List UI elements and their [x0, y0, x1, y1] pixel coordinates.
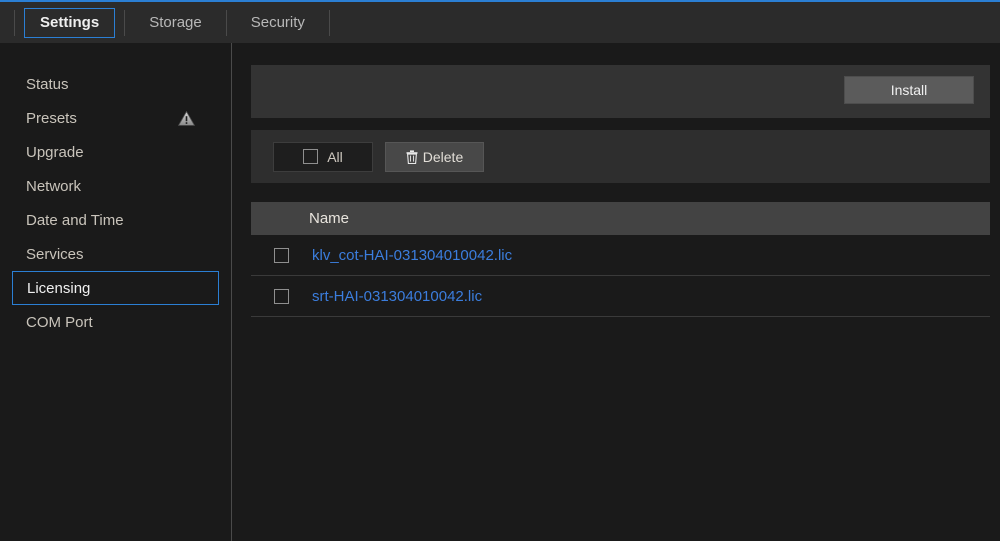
sidebar: Status Presets Upgrade [0, 43, 231, 541]
column-header-name: Name [309, 210, 349, 227]
trash-icon [406, 150, 418, 164]
install-button-label: Install [891, 82, 928, 98]
sidebar-item-com-port[interactable]: COM Port [12, 305, 219, 339]
install-panel: Install [251, 65, 990, 118]
tab-settings[interactable]: Settings [24, 8, 115, 38]
table-header-row: Name [251, 202, 990, 235]
table-row[interactable]: srt-HAI-031304010042.lic [251, 276, 990, 317]
tab-divider [226, 10, 227, 36]
sidebar-item-label: Status [26, 76, 69, 93]
select-all-checkbox[interactable] [303, 149, 318, 164]
sidebar-item-status[interactable]: Status [12, 67, 219, 101]
table-row[interactable]: klv_cot-HAI-031304010042.lic [251, 235, 990, 276]
tab-settings-label: Settings [40, 14, 99, 31]
license-file-link[interactable]: klv_cot-HAI-031304010042.lic [312, 247, 512, 264]
tab-divider [14, 10, 15, 36]
sidebar-item-licensing[interactable]: Licensing [12, 271, 219, 305]
sidebar-item-upgrade[interactable]: Upgrade [12, 135, 219, 169]
tab-security[interactable]: Security [236, 8, 320, 38]
license-table: Name klv_cot-HAI-031304010042.lic srt-HA… [251, 202, 990, 317]
install-button[interactable]: Install [844, 76, 974, 104]
row-checkbox[interactable] [274, 248, 289, 263]
sidebar-item-network[interactable]: Network [12, 169, 219, 203]
sidebar-item-label: Date and Time [26, 212, 124, 229]
top-tab-bar: Settings Storage Security [0, 2, 1000, 43]
sidebar-item-label: Licensing [27, 280, 90, 297]
select-all-button[interactable]: All [273, 142, 373, 172]
delete-button-label: Delete [423, 149, 463, 165]
row-checkbox[interactable] [274, 289, 289, 304]
sidebar-item-label: Network [26, 178, 81, 195]
sidebar-item-label: Upgrade [26, 144, 84, 161]
sidebar-item-label: COM Port [26, 314, 93, 331]
sidebar-item-presets[interactable]: Presets [12, 101, 219, 135]
warning-icon [178, 111, 195, 126]
tab-divider [124, 10, 125, 36]
sidebar-item-services[interactable]: Services [12, 237, 219, 271]
select-all-label: All [327, 149, 343, 165]
tab-storage-label: Storage [149, 14, 202, 31]
tab-divider [329, 10, 330, 36]
settings-page: Settings Storage Security Status Presets [0, 0, 1000, 541]
table-toolbar: All Delete [251, 130, 990, 183]
sidebar-item-label: Services [26, 246, 84, 263]
tab-storage[interactable]: Storage [134, 8, 217, 38]
sidebar-item-label: Presets [26, 110, 77, 127]
content-area: Install All Delete [232, 43, 1000, 541]
tab-security-label: Security [251, 14, 305, 31]
delete-button[interactable]: Delete [385, 142, 484, 172]
license-file-link[interactable]: srt-HAI-031304010042.lic [312, 288, 482, 305]
sidebar-item-date-and-time[interactable]: Date and Time [12, 203, 219, 237]
